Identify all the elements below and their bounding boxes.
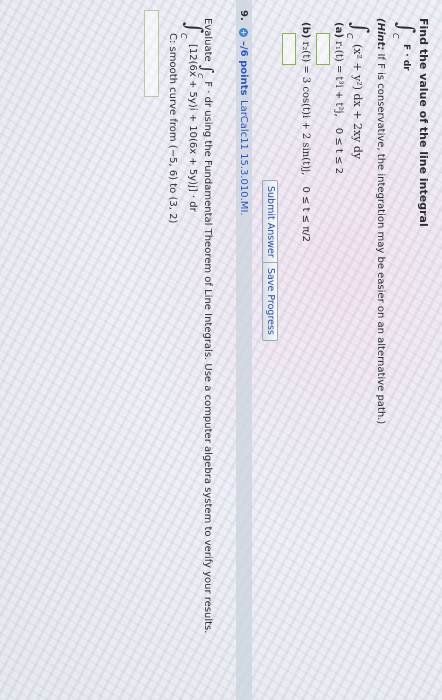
question-points: –/6 points: [238, 41, 249, 96]
part-a-range: 0 ≤ t ≤ 2: [333, 127, 344, 175]
answer-input[interactable]: [144, 10, 159, 97]
part-a-formula: r₁(t) = t³i + t²j,: [333, 41, 344, 117]
integral-lower-bound: C: [345, 33, 354, 39]
hint-text: If F is conservative, the integration ma…: [375, 53, 386, 425]
integral-symbol: ∫: [393, 22, 418, 34]
evaluate-suffix: F · dr using the Fundamental Theorem of …: [202, 81, 213, 634]
submit-answer-button[interactable]: Submit Answer: [262, 180, 278, 264]
integral-lower-bound: C: [391, 33, 400, 39]
part-a-answer-input[interactable]: [316, 33, 330, 65]
part-a-label: (a): [333, 22, 344, 38]
rotated-page: Find the value of the line integral ∫ C …: [0, 0, 442, 700]
question-number: 9.: [238, 10, 249, 21]
integral-expression: (x² + y²) dx + 2xy dy: [351, 44, 364, 160]
integrand: F · dr: [401, 44, 411, 71]
integral-expression: [12(6x + 5y)i + 10(6x + 5y)j] · dr: [187, 44, 198, 212]
integral-lower-bound: C: [179, 33, 188, 39]
curve-description: C: smooth curve from (−5, 6) to (3, 2): [167, 33, 178, 224]
save-progress-button[interactable]: Save Progress: [262, 262, 278, 341]
part-b-range: 0 ≤ t ≤ π/2: [300, 186, 311, 243]
question-heading: Find the value of the line integral: [417, 18, 430, 227]
hint: (Hint: If F is conservative, the integra…: [375, 18, 386, 424]
integral-symbol: ∫: [181, 22, 206, 34]
question-source: LarCalc11 15.3.010.MI.: [238, 100, 249, 216]
integral-symbol: ∫: [347, 22, 372, 34]
part-a: (a) r₁(t) = t³i + t²j, 0 ≤ t ≤ 2: [333, 22, 344, 174]
part-b-answer-input[interactable]: [282, 33, 296, 65]
part-b: (b) r₂(t) = 3 cos(t)i + 2 sin(t)j, 0 ≤ t…: [300, 22, 311, 242]
evaluate-line: Evaluate ∫C F · dr using the Fundamental…: [196, 18, 220, 634]
integral-symbol: ∫: [198, 64, 217, 74]
part-b-formula: r₂(t) = 3 cos(t)i + 2 sin(t)j,: [300, 41, 311, 176]
hint-label: (Hint:: [375, 18, 386, 51]
plus-icon: +: [239, 28, 248, 37]
part-b-label: (b): [300, 22, 311, 39]
